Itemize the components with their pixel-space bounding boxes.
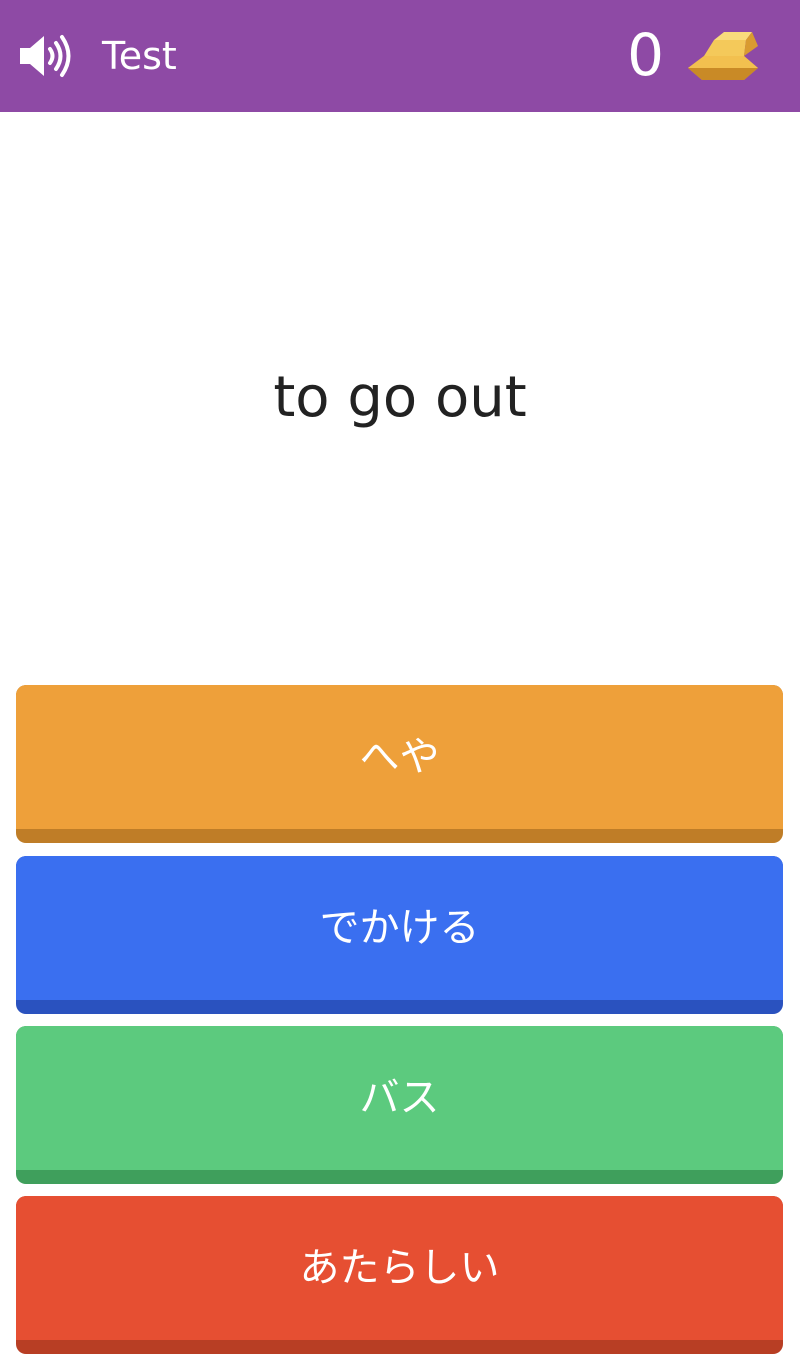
answer-button-3[interactable]: バス (16, 1026, 783, 1184)
answer-button-face: でかける (16, 856, 783, 1000)
answer-label: バス (359, 1075, 440, 1121)
top-bar: Test 0 (0, 0, 800, 112)
page-title: Test (102, 34, 177, 78)
answer-label: でかける (319, 905, 480, 951)
question-prompt: to go out (273, 365, 527, 430)
answer-button-face: あたらしい (16, 1196, 783, 1340)
answer-button-face: へや (16, 685, 783, 829)
answer-button-4[interactable]: あたらしい (16, 1196, 783, 1354)
score-count: 0 (627, 21, 664, 89)
answer-label: あたらしい (299, 1245, 500, 1291)
quiz-screen: Test 0 to go out へや でかける バス あたらしい (0, 0, 800, 1357)
answer-button-1[interactable]: へや (16, 685, 783, 843)
gold-bars-icon (684, 26, 764, 86)
answer-button-face: バス (16, 1026, 783, 1170)
speaker-icon[interactable] (16, 30, 74, 82)
answer-button-2[interactable]: でかける (16, 856, 783, 1014)
answer-label: へや (359, 734, 440, 780)
